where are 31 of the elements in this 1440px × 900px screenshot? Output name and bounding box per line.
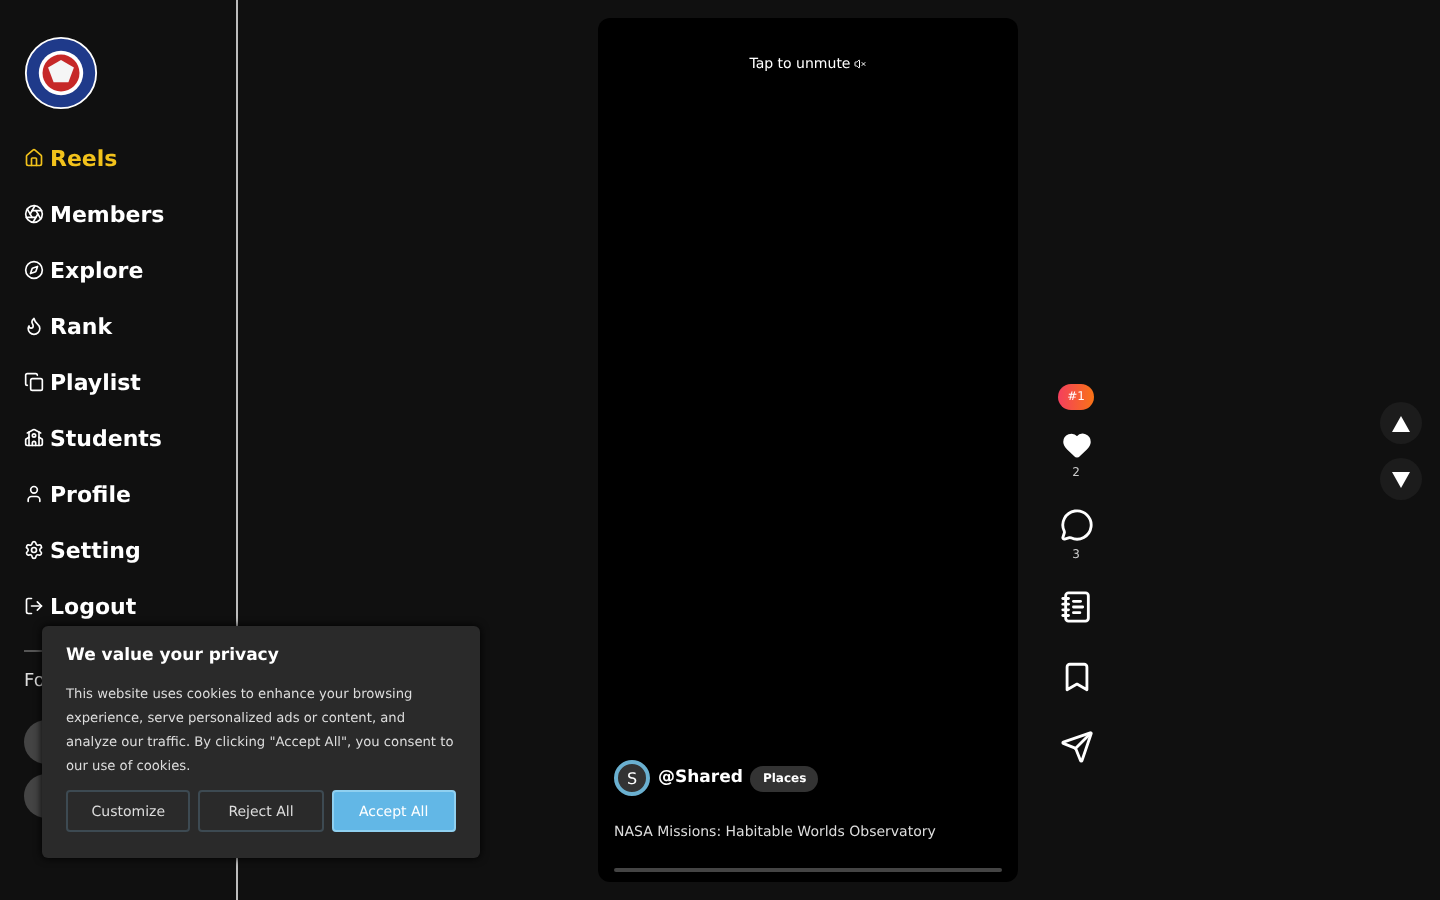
nav-link[interactable]: Explore xyxy=(24,242,236,298)
nav-link[interactable]: Logout xyxy=(24,578,236,634)
cookie-title: We value your privacy xyxy=(66,646,281,666)
compass-icon xyxy=(24,260,44,280)
flame-icon xyxy=(24,316,44,336)
user-avatar[interactable]: S xyxy=(614,760,650,796)
aperture-icon xyxy=(24,204,44,224)
nav-link[interactable]: Members xyxy=(24,186,236,242)
notebook-icon[interactable] xyxy=(1059,590,1093,624)
next-button[interactable] xyxy=(1380,458,1422,500)
user-icon xyxy=(24,484,44,504)
seal-logo-icon xyxy=(24,36,98,110)
comment-icon[interactable] xyxy=(1059,508,1093,542)
building-icon xyxy=(24,428,44,448)
nav-link[interactable]: Setting xyxy=(24,522,236,578)
down-triangle-icon xyxy=(1392,471,1410,487)
mute-icon xyxy=(854,58,867,70)
nav-link[interactable]: Playlist xyxy=(24,354,236,410)
up-triangle-icon xyxy=(1392,415,1410,431)
nav-link[interactable]: Reels xyxy=(24,130,236,186)
heart-icon[interactable] xyxy=(1061,430,1091,460)
copy-icon xyxy=(24,372,44,392)
settings-icon xyxy=(24,540,44,560)
nav-link[interactable]: Rank xyxy=(24,298,236,354)
nav-link[interactable]: Students xyxy=(24,410,236,466)
nav-link[interactable]: Profile xyxy=(24,466,236,522)
previous-button[interactable] xyxy=(1380,402,1422,444)
username[interactable]: @Shared xyxy=(658,768,743,788)
send-icon[interactable] xyxy=(1059,730,1093,764)
logout-icon xyxy=(24,596,44,616)
home-icon xyxy=(24,148,44,168)
